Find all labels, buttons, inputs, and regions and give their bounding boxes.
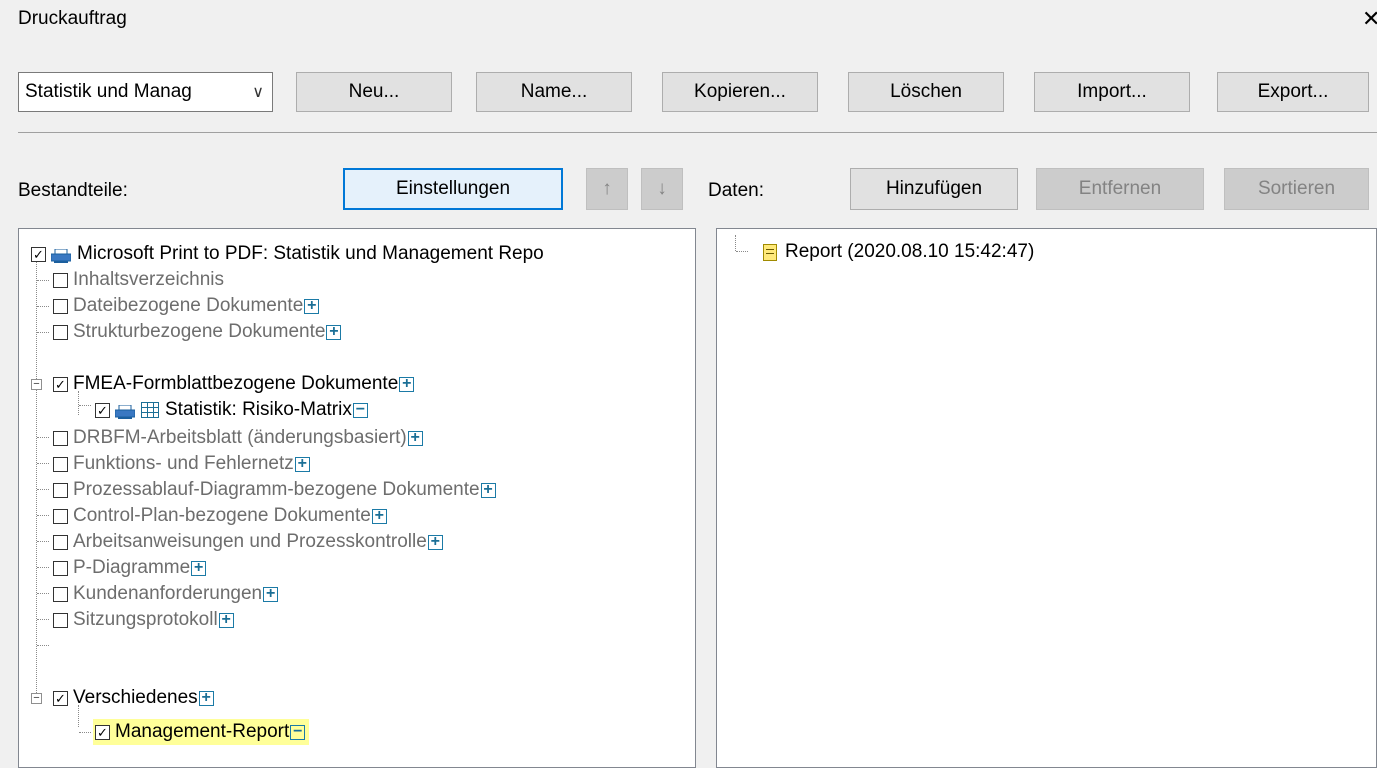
print-job-select[interactable]: Statistik und Manag ∨ bbox=[18, 72, 273, 112]
checkbox-checked[interactable]: ✓ bbox=[53, 376, 68, 392]
tree-item-label: Strukturbezogene Dokumente bbox=[73, 321, 326, 342]
tree-item-fmea[interactable]: ✓ FMEA-Formblattbezogene Dokumente + bbox=[53, 371, 415, 397]
plus-icon[interactable]: + bbox=[294, 456, 310, 472]
tree-item-label: Control-Plan-bezogene Dokumente bbox=[73, 505, 371, 526]
data-label: Daten: bbox=[708, 180, 764, 201]
checkbox[interactable] bbox=[53, 324, 68, 340]
new-button[interactable]: Neu... bbox=[296, 72, 452, 112]
tree-item-inhaltsverzeichnis[interactable]: Inhaltsverzeichnis bbox=[53, 267, 224, 293]
copy-button[interactable]: Kopieren... bbox=[662, 72, 818, 112]
tree-item-prozessablauf[interactable]: Prozessablauf-Diagramm-bezogene Dokument… bbox=[53, 477, 496, 503]
tree-item-label: P-Diagramme bbox=[73, 557, 191, 578]
checkbox-checked[interactable]: ✓ bbox=[95, 402, 110, 418]
collapse-icon[interactable]: − bbox=[31, 379, 42, 390]
tree-item-strukturbezogene[interactable]: Strukturbezogene Dokumente + bbox=[53, 319, 342, 345]
tree-item-label: Funktions- und Fehlernetz bbox=[73, 453, 294, 474]
tree-item-label: Prozessablauf-Diagramm-bezogene Dokument… bbox=[73, 479, 480, 500]
collapse-icon[interactable]: − bbox=[31, 693, 42, 704]
sort-button[interactable]: Sortieren bbox=[1224, 168, 1369, 210]
settings-button[interactable]: Einstellungen bbox=[343, 168, 563, 210]
print-job-select-value: Statistik und Manag bbox=[25, 81, 192, 102]
plus-icon[interactable]: + bbox=[407, 430, 423, 446]
checkbox[interactable] bbox=[53, 482, 68, 498]
plus-icon[interactable]: + bbox=[198, 690, 214, 706]
tree-item-label: Dateibezogene Dokumente bbox=[73, 295, 304, 316]
plus-icon[interactable]: + bbox=[304, 298, 320, 314]
arrow-down-icon: ↓ bbox=[657, 178, 667, 199]
tree-root-label: Microsoft Print to PDF: Statistik und Ma… bbox=[77, 243, 544, 264]
checkbox-checked[interactable]: ✓ bbox=[95, 724, 110, 740]
tree-item-verschiedenes[interactable]: ✓ Verschiedenes + bbox=[53, 685, 214, 711]
checkbox[interactable] bbox=[53, 534, 68, 550]
checkbox[interactable] bbox=[53, 298, 68, 314]
tree-item-sitzungsprotokoll[interactable]: Sitzungsprotokoll + bbox=[53, 607, 234, 633]
tree-item-label: Statistik: Risiko-Matrix bbox=[165, 399, 352, 420]
close-icon[interactable]: ✕ bbox=[1362, 6, 1377, 32]
tree-item-control-plan[interactable]: Control-Plan-bezogene Dokumente + bbox=[53, 503, 387, 529]
tree-item-label: FMEA-Formblattbezogene Dokumente bbox=[73, 373, 399, 394]
tree-item-risiko-matrix[interactable]: ✓ Statistik: Risiko-Matrix − bbox=[95, 397, 368, 423]
plus-icon[interactable]: + bbox=[427, 534, 443, 550]
checkbox[interactable] bbox=[53, 456, 68, 472]
rename-button[interactable]: Name... bbox=[476, 72, 632, 112]
checkbox[interactable] bbox=[53, 560, 68, 576]
tree-item-label: Sitzungsprotokoll bbox=[73, 609, 218, 630]
tree-item-arbeitsanweisungen[interactable]: Arbeitsanweisungen und Prozesskontrolle … bbox=[53, 529, 443, 555]
separator bbox=[18, 132, 1377, 133]
minus-icon[interactable]: − bbox=[290, 724, 306, 740]
checkbox[interactable] bbox=[53, 586, 68, 602]
components-tree[interactable]: ✓ Microsoft Print to PDF: Statistik und … bbox=[18, 228, 696, 768]
tree-root[interactable]: ✓ Microsoft Print to PDF: Statistik und … bbox=[31, 241, 544, 267]
plus-icon[interactable]: + bbox=[263, 586, 279, 602]
tree-item-drbfm[interactable]: DRBFM-Arbeitsblatt (änderungsbasiert) + bbox=[53, 425, 423, 451]
printer-icon bbox=[50, 247, 72, 263]
add-button[interactable]: Hinzufügen bbox=[850, 168, 1018, 210]
plus-icon[interactable]: + bbox=[218, 612, 234, 628]
tree-item-label: DRBFM-Arbeitsblatt (änderungsbasiert) bbox=[73, 427, 407, 448]
plus-icon[interactable]: + bbox=[371, 508, 387, 524]
tree-item-label: Arbeitsanweisungen und Prozesskontrolle bbox=[73, 531, 427, 552]
remove-button[interactable]: Entfernen bbox=[1036, 168, 1204, 210]
data-item-label: Report (2020.08.10 15:42:47) bbox=[785, 241, 1035, 262]
move-down-button[interactable]: ↓ bbox=[641, 168, 683, 210]
export-button[interactable]: Export... bbox=[1217, 72, 1369, 112]
plus-icon[interactable]: + bbox=[326, 324, 342, 340]
plus-icon[interactable]: + bbox=[480, 482, 496, 498]
checkbox[interactable] bbox=[53, 272, 68, 288]
checkbox[interactable] bbox=[53, 508, 68, 524]
import-button[interactable]: Import... bbox=[1034, 72, 1190, 112]
checkbox[interactable] bbox=[53, 430, 68, 446]
tree-item-label: Inhaltsverzeichnis bbox=[73, 269, 225, 290]
tree-item-management-report[interactable]: ✓ Management-Report − bbox=[93, 719, 310, 745]
matrix-icon bbox=[141, 402, 159, 418]
tree-item-p-diagramme[interactable]: P-Diagramme + bbox=[53, 555, 207, 581]
tree-item-fehlernetz[interactable]: Funktions- und Fehlernetz + bbox=[53, 451, 310, 477]
printer-icon bbox=[114, 403, 136, 419]
plus-icon[interactable]: + bbox=[399, 376, 415, 392]
plus-icon[interactable]: + bbox=[191, 560, 207, 576]
checkbox[interactable] bbox=[53, 612, 68, 628]
tree-item-label: Kundenanforderungen bbox=[73, 583, 263, 604]
tree-item-label: Management-Report bbox=[115, 721, 290, 742]
components-label: Bestandteile: bbox=[18, 180, 128, 201]
checkbox-checked[interactable]: ✓ bbox=[31, 246, 46, 262]
move-up-button[interactable]: ↑ bbox=[586, 168, 628, 210]
arrow-up-icon: ↑ bbox=[602, 178, 612, 199]
checkbox-checked[interactable]: ✓ bbox=[53, 690, 68, 706]
tree-item-label: Verschiedenes bbox=[73, 687, 198, 708]
minus-icon[interactable]: − bbox=[352, 402, 368, 418]
data-item-report[interactable]: Report (2020.08.10 15:42:47) bbox=[763, 239, 1034, 265]
window-title: Druckauftrag bbox=[18, 8, 127, 29]
tree-item-dateibezogene[interactable]: Dateibezogene Dokumente + bbox=[53, 293, 320, 319]
delete-button[interactable]: Löschen bbox=[848, 72, 1004, 112]
report-icon bbox=[763, 243, 777, 261]
chevron-down-icon: ∨ bbox=[252, 84, 264, 101]
tree-item-kundenanforderungen[interactable]: Kundenanforderungen + bbox=[53, 581, 279, 607]
data-tree[interactable]: Report (2020.08.10 15:42:47) bbox=[716, 228, 1377, 768]
